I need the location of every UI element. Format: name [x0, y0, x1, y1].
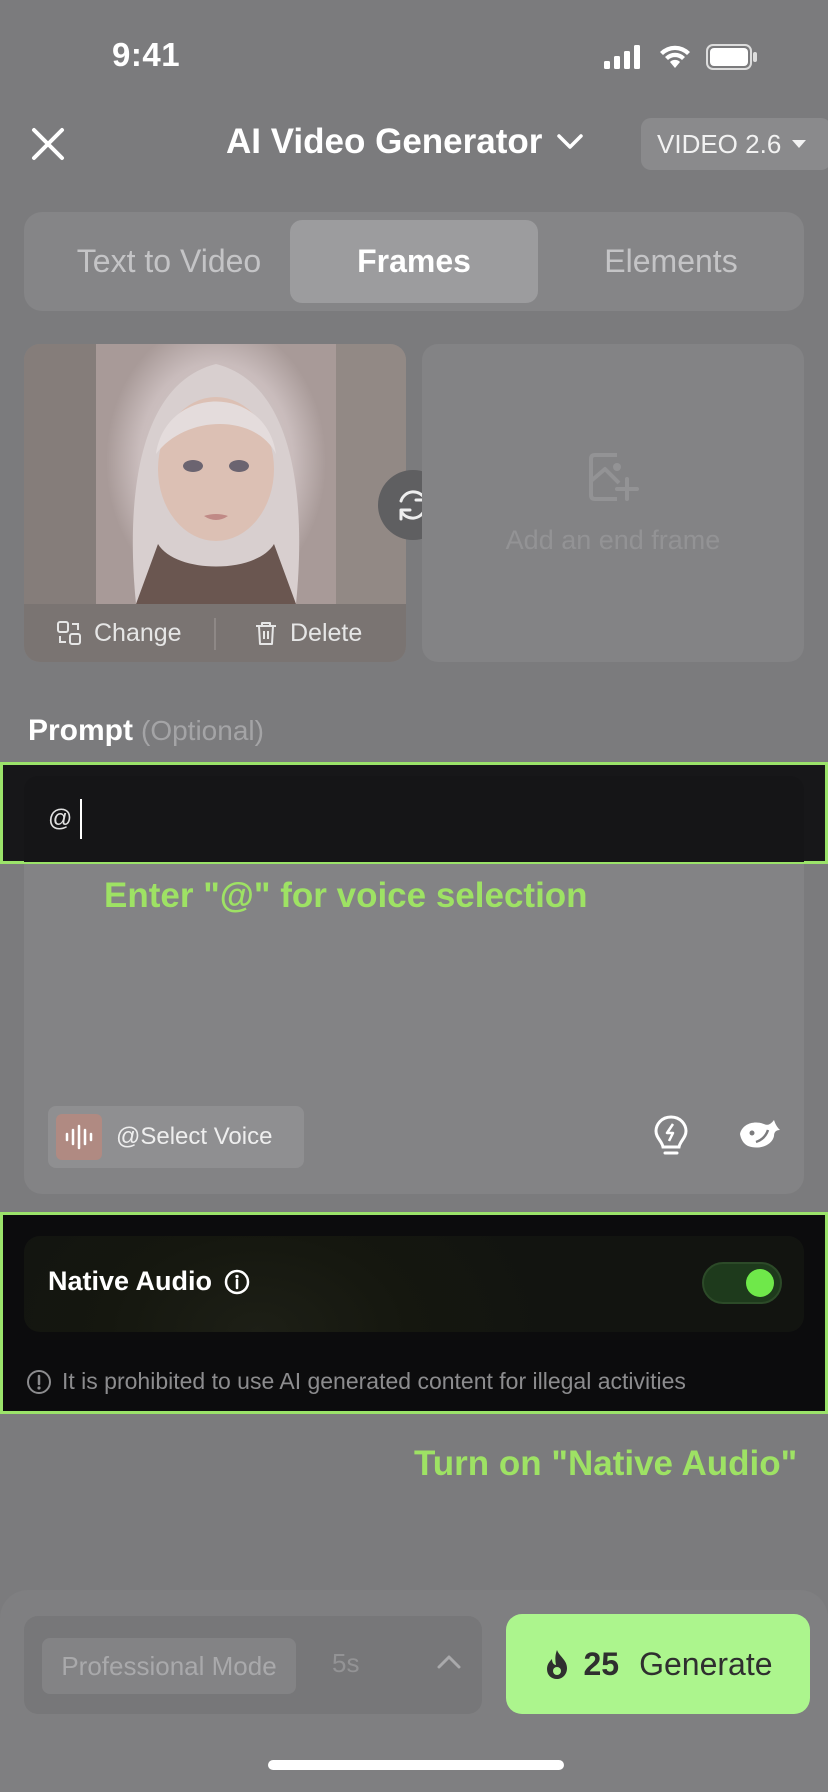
- select-voice-button[interactable]: @Select Voice: [48, 1106, 304, 1168]
- native-audio-toggle[interactable]: [702, 1262, 782, 1304]
- add-image-icon: [589, 452, 639, 501]
- toggle-knob: [746, 1269, 774, 1297]
- prompt-optional: (Optional): [141, 715, 264, 746]
- prompt-value: @: [48, 805, 73, 832]
- close-icon[interactable]: [30, 126, 66, 162]
- change-label: Change: [94, 618, 182, 647]
- divider: [214, 618, 216, 650]
- generate-button[interactable]: 25 Generate: [506, 1614, 810, 1714]
- credit-count: 25: [583, 1645, 620, 1682]
- status-time: 9:41: [112, 36, 181, 73]
- battery-icon: [706, 44, 757, 70]
- mode-tabs: Text to Video Frames Elements: [24, 212, 804, 311]
- prompt-label: Prompt (Optional): [28, 714, 264, 748]
- change-button[interactable]: Change: [56, 619, 182, 648]
- end-frame-label: Add an end frame: [505, 524, 721, 555]
- hint-voice: Enter "@" for voice selection: [104, 876, 588, 915]
- status-icons: [604, 44, 758, 70]
- info-icon[interactable]: [224, 1269, 250, 1295]
- waveform-icon: [56, 1114, 102, 1160]
- generate-label: Generate: [639, 1645, 773, 1682]
- chevron-up-icon[interactable]: [436, 1654, 462, 1670]
- portrait-image: [132, 364, 300, 604]
- start-frame-image: [96, 344, 336, 604]
- tab-text-to-video[interactable]: Text to Video: [32, 220, 306, 303]
- tab-frames[interactable]: Frames: [290, 220, 538, 303]
- native-audio-label-group: Native Audio: [48, 1266, 250, 1297]
- prompt-title: Prompt: [28, 714, 133, 747]
- frame-actions: Change Delete: [24, 604, 406, 662]
- select-voice-label: @Select Voice: [116, 1123, 273, 1150]
- page-title: AI Video Generator: [226, 122, 543, 161]
- caret-down-icon: [792, 140, 807, 148]
- chevron-down-icon: [557, 134, 584, 149]
- warning-icon: [27, 1369, 51, 1394]
- trash-icon: [256, 622, 276, 645]
- deepseek-icon[interactable]: [738, 1116, 782, 1152]
- native-audio-label: Native Audio: [48, 1266, 213, 1296]
- version-selector[interactable]: VIDEO 2.6: [641, 118, 828, 170]
- start-frame[interactable]: Change Delete: [24, 344, 406, 662]
- duration-value[interactable]: 5s: [332, 1648, 359, 1679]
- inspiration-icon[interactable]: [652, 1114, 690, 1158]
- wifi-icon: [660, 45, 690, 68]
- mode-selector[interactable]: Professional Mode: [42, 1638, 296, 1694]
- end-frame-slot[interactable]: Add an end frame: [422, 344, 804, 662]
- home-indicator: [268, 1760, 564, 1770]
- delete-label: Delete: [290, 618, 363, 647]
- prompt-input[interactable]: @: [24, 776, 804, 862]
- hint-audio: Turn on "Native Audio": [414, 1444, 798, 1483]
- tab-elements[interactable]: Elements: [546, 220, 796, 303]
- warning-notice: It is prohibited to use AI generated con…: [26, 1368, 686, 1395]
- flame-icon: [547, 1650, 568, 1679]
- signal-icon: [604, 45, 640, 69]
- text-caret: [80, 799, 83, 839]
- version-label: VIDEO 2.6: [657, 128, 782, 159]
- warning-text: It is prohibited to use AI generated con…: [62, 1368, 686, 1394]
- delete-button[interactable]: Delete: [254, 619, 362, 648]
- replace-icon: [57, 621, 81, 645]
- title-dropdown[interactable]: AI Video Generator: [226, 122, 584, 162]
